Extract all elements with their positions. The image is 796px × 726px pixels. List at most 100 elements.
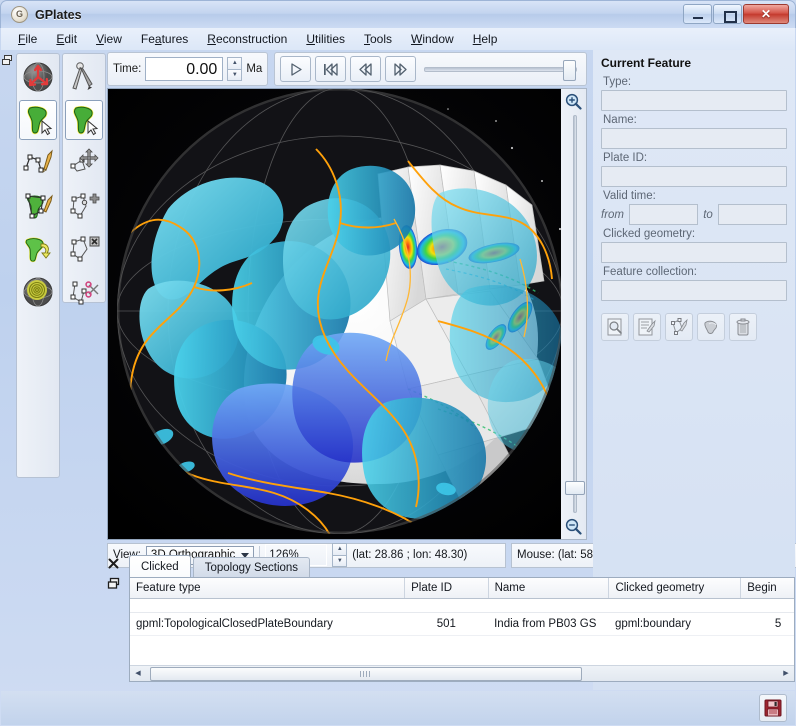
globe-zoom-slider-handle[interactable] (565, 481, 585, 495)
globe-reorient-tool[interactable] (19, 57, 57, 97)
valid-time-from-label: from (601, 208, 624, 221)
feature-type-field[interactable] (601, 90, 787, 111)
split-feature-tool[interactable] (65, 272, 103, 312)
insert-vertex-tool[interactable] (65, 186, 103, 226)
gplates-window: G GPlates ✕ File Edit View Features Reco… (0, 0, 796, 726)
valid-time-to-field[interactable] (717, 204, 787, 225)
delete-vertex-tool[interactable] (65, 229, 103, 269)
main-area: Time: 0.00 ▲ ▼ Ma View: 3D Orthographic … (1, 50, 796, 690)
globe-canvas[interactable] (108, 89, 586, 539)
time-spinner[interactable]: ▲ ▼ (227, 57, 243, 81)
menu-file[interactable]: File (9, 29, 46, 49)
zoom-spinner-up[interactable]: ▲ (332, 543, 348, 555)
column-clicked-geometry[interactable]: Clicked geometry (608, 578, 742, 599)
time-spinner-up[interactable]: ▲ (227, 57, 243, 69)
time-entry-group: Time: 0.00 ▲ ▼ Ma (107, 52, 269, 86)
save-floppy-icon[interactable] (759, 694, 787, 722)
cell-name: India from PB03 GS (488, 612, 609, 636)
table-scroll-thumb[interactable] (150, 667, 582, 681)
playback-group (274, 52, 587, 86)
feature-name-label: Name: (603, 114, 637, 126)
measure-distance-tool[interactable] (65, 57, 103, 97)
menu-view[interactable]: View (87, 29, 131, 49)
clicked-geometry-field[interactable] (601, 242, 787, 263)
cell-begin: 5 (740, 612, 794, 636)
menu-utilities[interactable]: Utilities (297, 29, 354, 49)
column-feature-type[interactable]: Feature type (130, 578, 406, 599)
dock-controls (107, 557, 123, 597)
gplates-globe-icon: G (11, 6, 28, 23)
time-label: Time: (113, 63, 142, 75)
minimize-button[interactable] (683, 4, 712, 24)
close-button[interactable]: ✕ (743, 4, 789, 24)
reset-to-start-button[interactable] (315, 56, 347, 82)
move-vertex-tool[interactable] (65, 143, 103, 183)
current-feature-title: Current Feature (601, 56, 692, 70)
clone-feature-button[interactable] (697, 313, 725, 341)
tool-action-column (62, 53, 106, 305)
table-row[interactable]: gpml:TopologicalClosedPlateBoundary 501 … (130, 612, 794, 636)
zoom-in-magnifier-icon[interactable] (565, 93, 582, 110)
maximize-button[interactable] (713, 4, 742, 24)
animation-slider-handle[interactable] (563, 59, 576, 81)
time-spinner-down[interactable]: ▼ (227, 68, 243, 81)
undock-icon[interactable] (107, 577, 121, 591)
cell-plate-id: 501 (404, 612, 489, 636)
globe-panel: Time: 0.00 ▲ ▼ Ma View: 3D Orthographic … (107, 50, 796, 568)
menu-edit[interactable]: Edit (47, 29, 86, 49)
menu-tools[interactable]: Tools (355, 29, 401, 49)
tab-topology-sections[interactable]: Topology Sections (192, 557, 311, 577)
close-icon[interactable] (107, 557, 121, 571)
undock-icon[interactable] (2, 55, 13, 66)
menu-help[interactable]: Help (464, 29, 507, 49)
column-name[interactable]: Name (488, 578, 610, 599)
valid-time-row: from to (601, 204, 787, 225)
digitise-geometry-tool[interactable] (19, 143, 57, 183)
feature-name-field[interactable] (601, 128, 787, 149)
menu-bar: File Edit View Features Reconstruction U… (1, 28, 795, 50)
animation-slider[interactable] (424, 59, 577, 81)
globe-zoom-slider[interactable] (573, 115, 577, 513)
window-title: GPlates (35, 7, 82, 22)
tab-clicked[interactable]: Clicked (129, 555, 191, 577)
step-forward-button[interactable] (385, 56, 417, 82)
modify-geometry-tool[interactable] (19, 186, 57, 226)
scroll-right-arrow[interactable]: ▶ (778, 666, 794, 680)
column-plate-id[interactable]: Plate ID (404, 578, 489, 599)
edit-geometry-button[interactable] (665, 313, 693, 341)
clicked-feature-table-container: Feature type Plate ID Name Clicked geome… (129, 577, 795, 682)
scroll-left-arrow[interactable]: ◀ (130, 666, 146, 680)
clicked-geometry-label: Clicked geometry: (603, 228, 696, 240)
choose-feature-tool-action[interactable] (65, 100, 103, 140)
cell-clicked-geometry: gpml:boundary (608, 612, 741, 636)
menu-features[interactable]: Features (132, 29, 197, 49)
zoom-out-magnifier-icon[interactable] (565, 518, 582, 535)
title-bar: G GPlates ✕ (0, 0, 796, 28)
build-topology-tool[interactable] (19, 229, 57, 269)
globe-canvas-container[interactable] (107, 88, 587, 540)
cell-feature-type: gpml:TopologicalClosedPlateBoundary (130, 612, 405, 636)
feature-collection-label: Feature collection: (603, 266, 697, 278)
table-header-row: Feature type Plate ID Name Clicked geome… (130, 578, 794, 599)
edit-feature-button[interactable] (633, 313, 661, 341)
dock-tabs: Clicked Topology Sections (129, 555, 312, 577)
delete-feature-button[interactable] (729, 313, 757, 341)
valid-time-label: Valid time: (603, 190, 656, 202)
valid-time-from-field[interactable] (629, 204, 699, 225)
feature-collection-field[interactable] (601, 280, 787, 301)
play-button[interactable] (280, 56, 312, 82)
column-begin[interactable]: Begin (740, 578, 794, 599)
step-back-button[interactable] (350, 56, 382, 82)
feature-action-buttons (601, 313, 787, 341)
menu-window[interactable]: Window (402, 29, 463, 49)
raster-tool[interactable] (19, 272, 57, 312)
feature-plate-id-field[interactable] (601, 166, 787, 187)
window-controls: ✕ (683, 4, 789, 24)
time-input[interactable]: 0.00 (145, 57, 224, 81)
choose-feature-tool[interactable] (19, 100, 57, 140)
menu-reconstruction[interactable]: Reconstruction (198, 29, 296, 49)
title-bar-left: G GPlates (11, 6, 82, 23)
query-feature-button[interactable] (601, 313, 629, 341)
table-horizontal-scrollbar[interactable]: ◀ ▶ (130, 665, 794, 681)
left-dock-strip (1, 50, 15, 690)
